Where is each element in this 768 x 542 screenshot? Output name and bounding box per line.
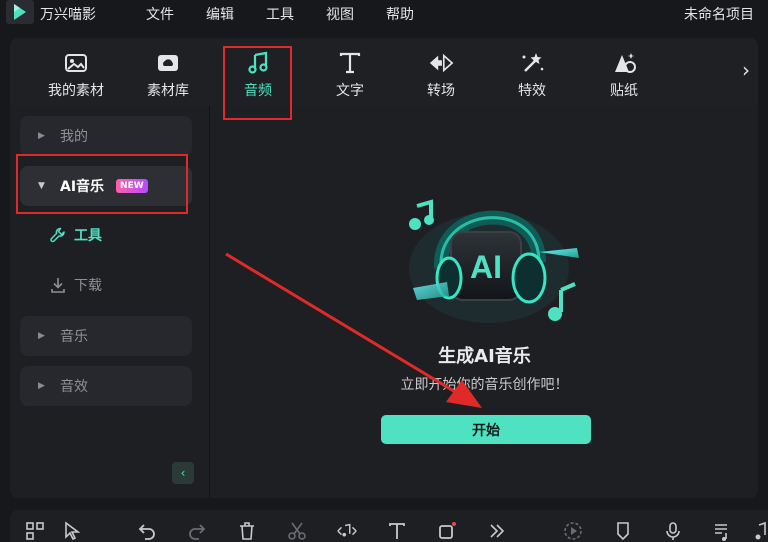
tab-label: 音频 [244, 83, 272, 99]
sidebar-item-label: 我的 [60, 129, 88, 145]
layout-grid-icon[interactable] [24, 520, 46, 542]
ai-music-title: 生成AI音乐 [438, 346, 531, 367]
tab-label: 素材库 [147, 83, 189, 99]
tab-label: 文字 [336, 83, 364, 99]
delete-icon[interactable] [236, 520, 258, 542]
cut-icon[interactable] [286, 520, 308, 542]
tab-label: 特效 [518, 83, 546, 99]
project-name[interactable]: 未命名项目 [684, 4, 754, 24]
tab-label: 我的素材 [48, 83, 104, 99]
media-toolbar: 我的素材 素材库 音频 文字 转场 特效 贴纸 › [10, 38, 758, 106]
audio-mixer-icon[interactable] [750, 520, 768, 542]
tab-my-media[interactable]: 我的素材 [40, 38, 112, 106]
collapse-sidebar-button[interactable]: ‹ [172, 462, 194, 484]
menu-view[interactable]: 视图 [326, 4, 354, 24]
image-icon [63, 50, 89, 76]
menu-help[interactable]: 帮助 [386, 4, 414, 24]
app-name: 万兴喵影 [40, 7, 96, 23]
wrench-icon [50, 227, 65, 243]
sidebar-subitem-tools[interactable]: 工具 [50, 223, 102, 247]
marker-icon[interactable] [612, 520, 634, 542]
caret-right-icon: ▶ [38, 381, 45, 391]
text-icon [337, 50, 363, 76]
caret-right-icon: ▶ [38, 131, 45, 141]
caret-down-icon: ▼ [38, 181, 45, 191]
media-panel: 我的素材 素材库 音频 文字 转场 特效 贴纸 › ▶ 我的 ▼ AI音乐 NE… [10, 38, 758, 498]
voiceover-list-icon[interactable] [712, 520, 734, 542]
sidebar-item-label: AI音乐 [60, 179, 105, 195]
menu-tools[interactable]: 工具 [266, 4, 294, 24]
new-badge: NEW [116, 179, 148, 193]
tab-text[interactable]: 文字 [322, 38, 378, 106]
tab-label: 转场 [427, 83, 455, 99]
select-cursor-icon[interactable] [62, 520, 84, 542]
transition-icon [428, 50, 454, 76]
timeline-toolbar [10, 510, 768, 542]
microphone-icon[interactable] [662, 520, 684, 542]
cloud-image-icon [155, 50, 181, 76]
more-tools-icon[interactable] [486, 520, 508, 542]
text-tool-icon[interactable] [386, 520, 408, 542]
sidebar-subitem-download[interactable]: 下载 [50, 273, 102, 297]
tab-audio[interactable]: 音频 [230, 38, 286, 106]
sidebar-item-ai-music[interactable]: ▼ AI音乐 NEW [20, 166, 192, 206]
redo-icon[interactable] [186, 520, 208, 542]
toolbar-next-button[interactable]: › [742, 58, 750, 82]
tab-sticker[interactable]: 贴纸 [596, 38, 652, 106]
sidebar-subitem-label: 下载 [74, 278, 102, 294]
sidebar-item-music[interactable]: ▶ 音乐 [20, 316, 192, 356]
effects-icon [519, 50, 545, 76]
sidebar-item-mine[interactable]: ▶ 我的 [20, 116, 192, 156]
undo-icon[interactable] [136, 520, 158, 542]
ai-music-subtitle: 立即开始你的音乐创作吧！ [400, 377, 569, 393]
download-icon [51, 278, 65, 293]
music-note-icon [245, 50, 271, 76]
speed-icon[interactable] [562, 520, 584, 542]
ai-headphones-illustration: AI [409, 199, 579, 323]
sidebar-subitem-label: 工具 [74, 228, 102, 244]
tab-transition[interactable]: 转场 [413, 38, 469, 106]
title-bar: 万兴喵影 文件 编辑 工具 视图 帮助 未命名项目 [0, 0, 768, 24]
caret-right-icon: ▶ [38, 331, 45, 341]
ai-music-content: AI 生成AI音乐 立即开始你的音乐创作吧！ 开始 [211, 106, 758, 498]
sidebar-item-label: 音效 [60, 379, 88, 395]
audio-split-icon[interactable] [336, 520, 358, 542]
sidebar-item-label: 音乐 [60, 329, 88, 345]
tab-stock-media[interactable]: 素材库 [138, 38, 198, 106]
category-sidebar: ▶ 我的 ▼ AI音乐 NEW 工具 下载 ▶ 音乐 ▶ 音效 ‹ [10, 106, 210, 498]
tab-effects[interactable]: 特效 [504, 38, 560, 106]
tab-label: 贴纸 [610, 83, 638, 99]
hero-ai-text: AI [470, 249, 502, 285]
menu-file[interactable]: 文件 [146, 4, 174, 24]
start-button[interactable]: 开始 [381, 415, 591, 444]
music-note-left-icon [409, 199, 434, 230]
sidebar-item-sound-effects[interactable]: ▶ 音效 [20, 366, 192, 406]
app-logo-icon [6, 0, 34, 24]
sticker-icon [611, 50, 637, 76]
menu-edit[interactable]: 编辑 [206, 4, 234, 24]
crop-icon[interactable] [436, 520, 458, 542]
